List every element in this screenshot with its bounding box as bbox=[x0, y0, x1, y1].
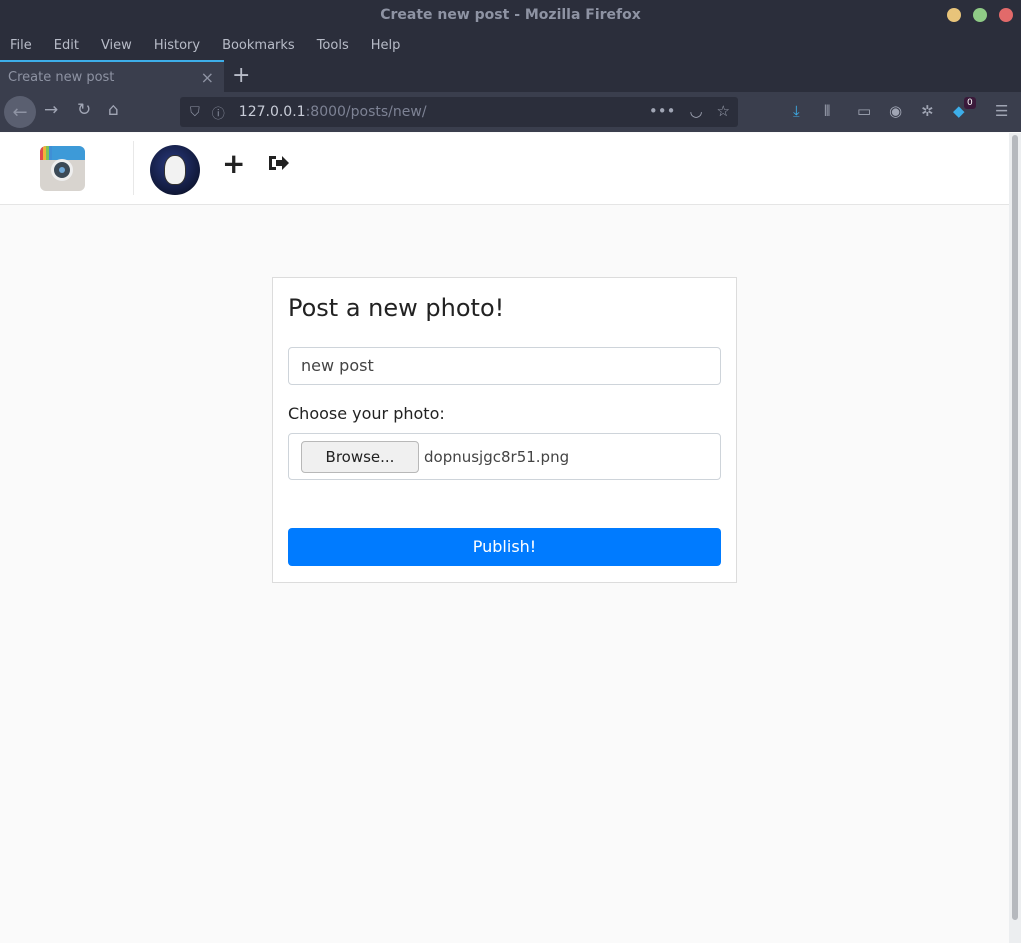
url-path: :8000/posts/new/ bbox=[305, 104, 427, 120]
menu-bookmarks[interactable]: Bookmarks bbox=[222, 38, 295, 53]
site-header: + bbox=[0, 133, 1009, 205]
bookmark-star-icon[interactable]: ☆ bbox=[717, 102, 730, 120]
tab-label: Create new post bbox=[8, 69, 115, 85]
camera-lens-icon bbox=[51, 159, 73, 181]
user-avatar[interactable] bbox=[150, 145, 200, 195]
close-window-button[interactable] bbox=[999, 8, 1013, 22]
extension-profile-icon[interactable]: ◉ bbox=[889, 102, 902, 120]
menu-bar: File Edit View History Bookmarks Tools H… bbox=[0, 30, 1021, 60]
scrollbar-thumb[interactable] bbox=[1012, 135, 1018, 920]
window-controls bbox=[947, 8, 1013, 22]
back-button[interactable]: ← bbox=[4, 96, 36, 128]
app-logo[interactable] bbox=[40, 146, 85, 191]
reload-button[interactable]: ↻ bbox=[77, 100, 91, 120]
info-icon[interactable]: ⓘ bbox=[212, 103, 225, 122]
maximize-button[interactable] bbox=[973, 8, 987, 22]
logout-icon[interactable] bbox=[266, 151, 290, 175]
url-text[interactable]: 127.0.0.1:8000/posts/new/ bbox=[239, 104, 427, 120]
minimize-button[interactable] bbox=[947, 8, 961, 22]
page-title: Post a new photo! bbox=[288, 294, 505, 322]
menu-history[interactable]: History bbox=[154, 38, 200, 53]
tab-create-new-post[interactable]: Create new post × bbox=[0, 60, 224, 92]
new-post-card: Post a new photo! new post Choose your p… bbox=[272, 277, 737, 583]
menu-tools[interactable]: Tools bbox=[317, 38, 349, 53]
publish-button[interactable]: Publish! bbox=[288, 528, 721, 566]
browse-button[interactable]: Browse... bbox=[301, 441, 419, 473]
hamburger-menu-icon[interactable]: ☰ bbox=[995, 102, 1008, 120]
pocket-icon[interactable]: ◡ bbox=[689, 102, 702, 120]
home-button[interactable]: ⌂ bbox=[108, 100, 119, 120]
url-bar[interactable]: ⛉ ⓘ 127.0.0.1:8000/posts/new/ ••• ◡ ☆ bbox=[180, 97, 738, 127]
window-title: Create new post - Mozilla Firefox bbox=[380, 7, 641, 23]
new-tab-button[interactable]: + bbox=[232, 60, 250, 92]
arrow-left-icon: ← bbox=[12, 101, 28, 123]
sidebar-icon[interactable]: ▭ bbox=[857, 102, 871, 120]
window-titlebar: Create new post - Mozilla Firefox bbox=[0, 0, 1021, 30]
file-input[interactable]: Browse... dopnusjgc8r51.png bbox=[288, 433, 721, 480]
menu-view[interactable]: View bbox=[101, 38, 132, 53]
header-divider bbox=[133, 141, 134, 195]
extension-ghost-icon[interactable]: ◆ bbox=[953, 102, 965, 120]
menu-file[interactable]: File bbox=[10, 38, 32, 53]
extension-paw-icon[interactable]: ✲ bbox=[921, 102, 934, 120]
menu-edit[interactable]: Edit bbox=[54, 38, 79, 53]
tab-strip: Create new post × + bbox=[0, 60, 1021, 92]
page-content: + Post a new photo! new post Choose your… bbox=[0, 133, 1009, 943]
menu-help[interactable]: Help bbox=[371, 38, 401, 53]
extension-badge: 0 bbox=[964, 97, 976, 109]
download-icon[interactable]: ⤓ bbox=[793, 102, 800, 120]
page-scrollbar[interactable] bbox=[1009, 133, 1021, 943]
shield-icon[interactable]: ⛉ bbox=[190, 105, 200, 120]
navigation-bar: ← → ↻ ⌂ ⛉ ⓘ 127.0.0.1:8000/posts/new/ ••… bbox=[0, 92, 1021, 132]
choose-photo-label: Choose your photo: bbox=[288, 404, 445, 423]
selected-file-name: dopnusjgc8r51.png bbox=[424, 448, 570, 466]
forward-button[interactable]: → bbox=[44, 100, 58, 120]
avatar-face bbox=[164, 155, 186, 185]
tab-close-icon[interactable]: × bbox=[201, 68, 214, 87]
url-host: 127.0.0.1 bbox=[238, 104, 306, 120]
page-actions-icon[interactable]: ••• bbox=[649, 102, 676, 120]
url-actions: ••• ◡ ☆ bbox=[649, 102, 730, 120]
logo-stripes bbox=[40, 146, 52, 160]
library-icon[interactable]: ⫴ bbox=[824, 102, 830, 120]
caption-input[interactable]: new post bbox=[288, 347, 721, 385]
new-post-plus-icon[interactable]: + bbox=[222, 150, 245, 178]
